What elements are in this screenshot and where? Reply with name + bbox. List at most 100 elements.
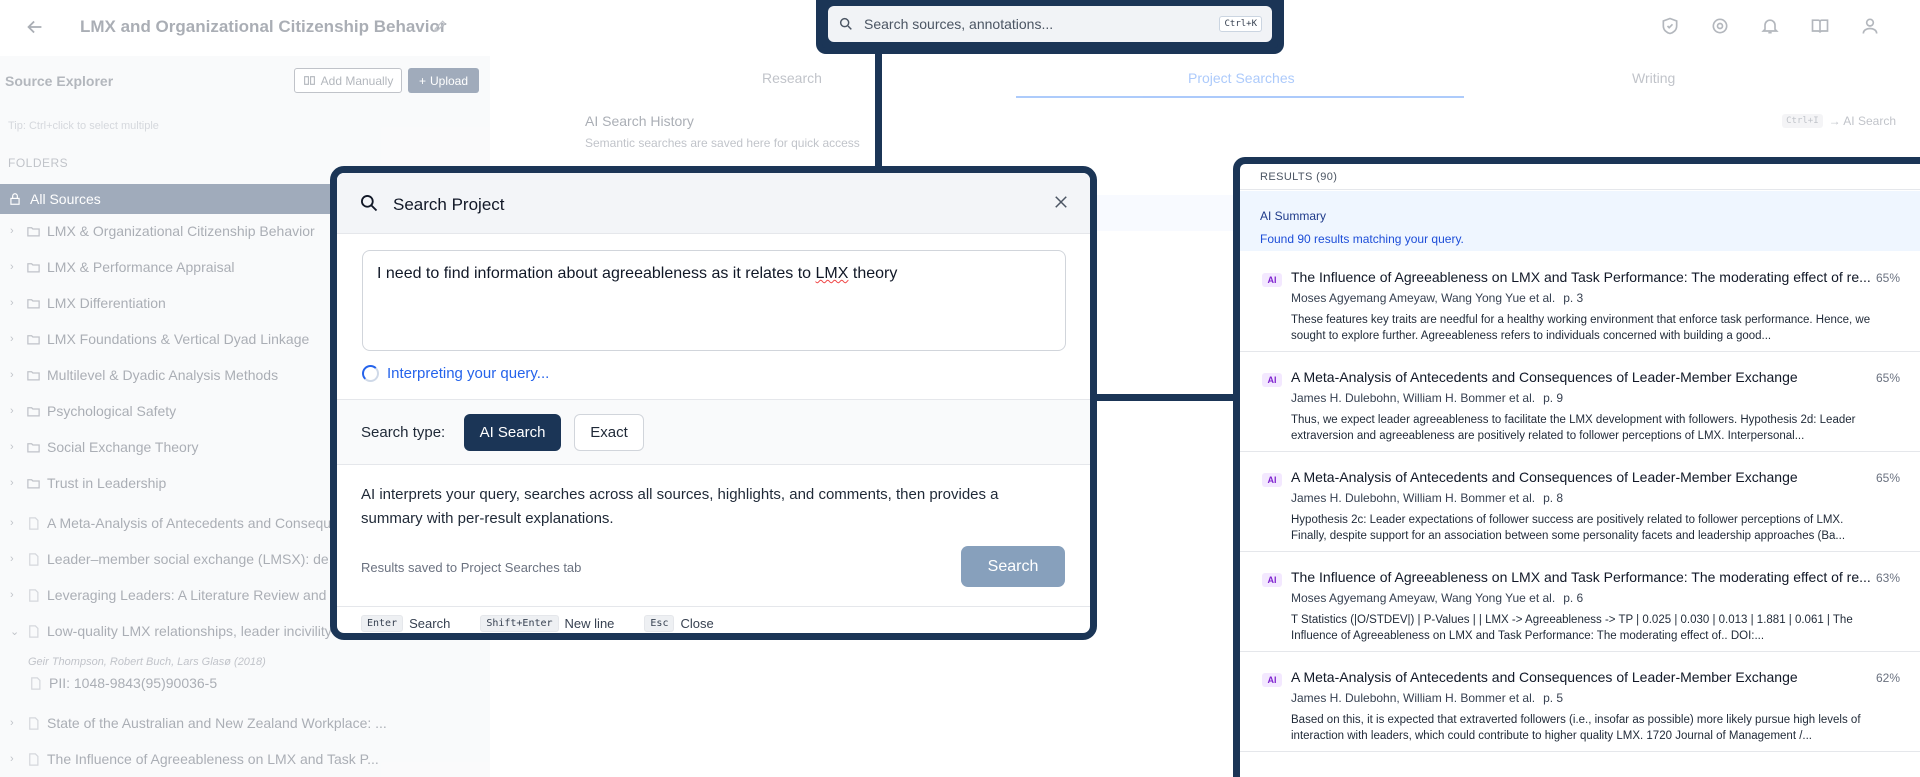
shortcut-label: → AI Search — [1828, 114, 1896, 128]
shortcut-label: Close — [680, 616, 714, 631]
chevron-right-icon: › — [10, 261, 14, 273]
global-search-bar[interactable]: Search sources, annotations... Ctrl+K — [828, 6, 1272, 42]
chevron-right-icon: › — [10, 405, 14, 417]
result-title: A Meta-Analysis of Antecedents and Conse… — [1291, 669, 1798, 685]
folders-heading: FOLDERS — [8, 156, 69, 170]
settings-gear-icon[interactable] — [1710, 16, 1730, 36]
folder-item[interactable]: › Social Exchange Theory — [0, 432, 199, 462]
shortcut-label: New line — [564, 616, 615, 631]
document-child-item[interactable]: PII: 1048-9843(95)90036-5 — [0, 668, 217, 698]
document-authors: Geir Thompson, Robert Buch, Lars Glasø (… — [28, 656, 266, 668]
chevron-right-icon: › — [10, 589, 14, 601]
result-page: p. 9 — [1543, 391, 1564, 405]
result-title: The Influence of Agreeableness on LMX an… — [1291, 269, 1871, 285]
document-item[interactable]: › Leader–member social exchange (LMSX): d… — [0, 544, 329, 574]
ai-summary-label: AI Summary — [1260, 209, 1327, 223]
bell-icon[interactable] — [1760, 16, 1780, 36]
edit-pencil-icon[interactable] — [432, 18, 448, 34]
upload-label: Upload — [429, 73, 469, 88]
query-textarea[interactable]: I need to find information about agreeab… — [362, 250, 1066, 351]
result-authors: James H. Dulebohn, William H. Bommer et … — [1291, 691, 1536, 705]
document-item-expanded[interactable]: ⌄ Low-quality LMX relationships, leader i… — [0, 616, 332, 646]
document-label: A Meta-Analysis of Antecedents and Conse… — [47, 515, 339, 531]
result-item[interactable]: AI A Meta-Analysis of Antecedents and Co… — [1240, 452, 1920, 552]
book-open-icon — [303, 76, 315, 85]
shortcut-key: Ctrl+I — [1782, 114, 1823, 128]
search-button[interactable]: Search — [961, 546, 1065, 587]
document-item[interactable]: › Leveraging Leaders: A Literature Review… — [0, 580, 326, 610]
history-title: AI Search History — [585, 113, 694, 129]
folder-item[interactable]: › Multilevel & Dyadic Analysis Methods — [0, 360, 278, 390]
folder-icon — [27, 226, 40, 236]
ai-badge: AI — [1262, 673, 1282, 687]
result-authors: Moses Agyemang Ameyaw, Wang Yong Yue et … — [1291, 591, 1556, 605]
history-shortcut-hint: Ctrl+I → AI Search — [1782, 114, 1896, 128]
keyboard-shortcuts-footer: Enter Search Shift+Enter New line Esc Cl… — [337, 606, 1090, 633]
modal-title: Search Project — [393, 195, 505, 214]
folder-icon — [27, 442, 40, 452]
all-sources-item[interactable]: All Sources — [0, 184, 335, 214]
result-page: p. 8 — [1543, 491, 1564, 505]
upload-button[interactable]: + Upload — [408, 68, 479, 93]
result-item[interactable]: AI The Influence of Agreeableness on LMX… — [1240, 252, 1920, 352]
document-label: Low-quality LMX relationships, leader in… — [47, 623, 332, 639]
folder-item[interactable]: › LMX & Organizational Citizenship Behavi… — [0, 216, 315, 246]
folder-icon — [27, 262, 40, 272]
chevron-right-icon: › — [10, 369, 14, 381]
ai-summary-box: AI Summary Found 90 results matching you… — [1240, 191, 1920, 251]
result-meta: Moses Agyemang Ameyaw, Wang Yong Yue et … — [1291, 291, 1583, 305]
user-icon[interactable] — [1860, 16, 1880, 36]
back-arrow-icon[interactable] — [24, 16, 46, 38]
folder-item[interactable]: › LMX Differentiation — [0, 288, 166, 318]
document-label: State of the Australian and New Zealand … — [47, 715, 387, 731]
chevron-right-icon: › — [10, 717, 14, 729]
chevron-down-icon: ⌄ — [10, 625, 20, 638]
exact-search-option[interactable]: Exact — [574, 414, 644, 451]
result-item[interactable]: AI The Influence of Agreeableness on LMX… — [1240, 552, 1920, 652]
ai-badge: AI — [1262, 373, 1282, 387]
results-count: RESULTS (90) — [1240, 164, 1920, 190]
document-item[interactable]: › The Influence of Agreeableness on LMX a… — [0, 744, 379, 774]
callout-connector — [1097, 394, 1234, 401]
callout-connector — [875, 54, 882, 167]
folder-icon — [27, 478, 40, 488]
shortcut-label: Search — [409, 616, 451, 631]
folder-label: Trust in Leadership — [47, 475, 167, 491]
global-search-placeholder: Search sources, annotations... — [864, 16, 1054, 32]
ai-search-option[interactable]: AI Search — [464, 414, 561, 451]
book-icon[interactable] — [1810, 16, 1830, 36]
result-snippet: Hypothesis 2c: Leader expectations of fo… — [1291, 514, 1846, 542]
result-snippet: These features key traits are needful fo… — [1291, 314, 1871, 342]
document-item[interactable]: › A Meta-Analysis of Antecedents and Cons… — [0, 508, 339, 538]
result-snippet: T Statistics (|O/STDEV|) | P-Values | | … — [1291, 614, 1853, 642]
shield-icon[interactable] — [1660, 16, 1680, 36]
tab-research[interactable]: Research — [762, 70, 822, 86]
close-icon[interactable] — [1052, 193, 1070, 211]
folder-item[interactable]: › Trust in Leadership — [0, 468, 166, 498]
result-item[interactable]: AI A Meta-Analysis of Antecedents and Co… — [1240, 352, 1920, 452]
document-icon — [29, 552, 39, 566]
ai-badge: AI — [1262, 473, 1282, 487]
folder-item[interactable]: › Psychological Safety — [0, 396, 176, 426]
active-tab-indicator — [1016, 96, 1464, 98]
document-icon — [29, 752, 39, 766]
search-shortcut-badge: Ctrl+K — [1219, 16, 1262, 32]
loading-spinner-icon — [362, 365, 379, 382]
tab-writing[interactable]: Writing — [1632, 70, 1675, 86]
add-manually-button[interactable]: Add Manually — [294, 68, 402, 93]
result-item[interactable]: AI A Meta-Analysis of Antecedents and Co… — [1240, 652, 1920, 752]
folder-icon — [27, 298, 40, 308]
document-item[interactable]: › State of the Australian and New Zealand… — [0, 708, 387, 738]
folder-item[interactable]: › LMX Foundations & Vertical Dyad Linkage — [0, 324, 309, 354]
tab-project-searches[interactable]: Project Searches — [1188, 70, 1295, 86]
query-flagged-word: LMX — [815, 265, 849, 282]
result-meta: James H. Dulebohn, William H. Bommer et … — [1291, 691, 1563, 705]
ai-summary-text: Found 90 results matching your query. — [1260, 232, 1464, 246]
result-page: p. 5 — [1543, 691, 1564, 705]
folder-item[interactable]: › LMX & Performance Appraisal — [0, 252, 235, 282]
chevron-right-icon: › — [10, 297, 14, 309]
result-snippet: Based on this, it is expected that extra… — [1291, 714, 1861, 742]
result-title: The Influence of Agreeableness on LMX an… — [1291, 569, 1871, 585]
relevance-score: 62% — [1875, 671, 1900, 685]
lock-icon — [10, 193, 20, 205]
